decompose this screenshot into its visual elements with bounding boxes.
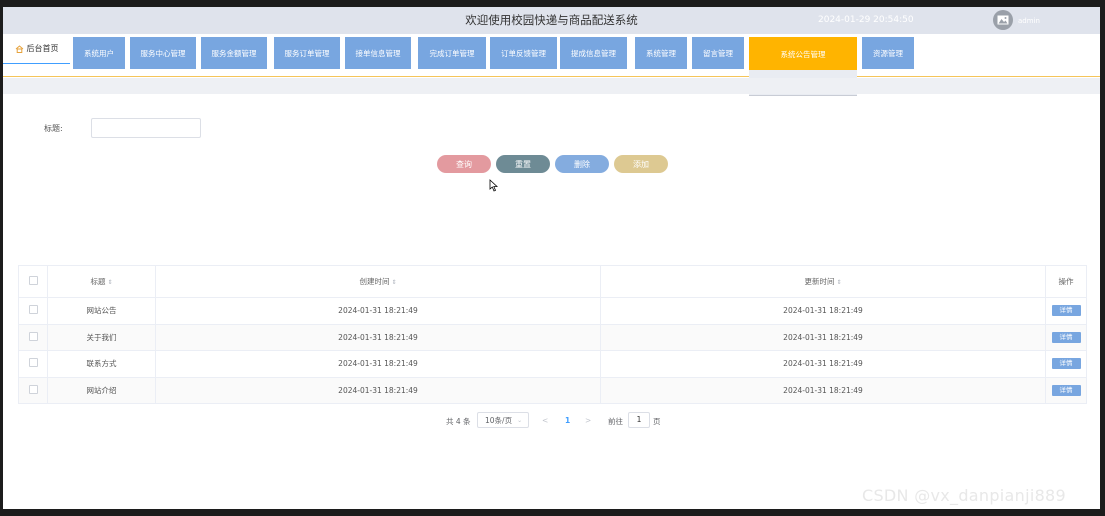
notice-table: 标题 ⇕ 创建时间 ⇕ 更新时间 ⇕ 操作 网站公告 2024-01-31 18:21:…: [18, 265, 1087, 404]
row-updated: 2024-01-31 18:21:49: [600, 376, 1046, 404]
nav-item-6[interactable]: 订单反馈管理: [490, 37, 557, 69]
sort-icon[interactable]: ⇕: [836, 279, 841, 286]
goto-page-input[interactable]: 1: [628, 412, 650, 428]
row-checkbox[interactable]: [28, 331, 38, 341]
row-select-cell: [18, 297, 48, 325]
add-button[interactable]: 添加: [614, 155, 668, 173]
header-updated[interactable]: 更新时间 ⇕: [600, 265, 1046, 298]
select-all-checkbox[interactable]: [28, 276, 38, 285]
detail-button[interactable]: 详情: [1051, 358, 1081, 370]
detail-button[interactable]: 详情: [1051, 384, 1081, 396]
row-created: 2024-01-31 18:21:49: [155, 376, 601, 404]
pagination: 共 4 条 10条/页 ⌄ < 1 > 前往 1 页: [3, 412, 1100, 430]
prev-page-icon[interactable]: <: [542, 416, 548, 425]
row-title: 联系方式: [47, 350, 156, 378]
detail-button[interactable]: 详情: [1051, 331, 1081, 343]
row-checkbox[interactable]: [28, 358, 38, 368]
row-select-cell: [18, 350, 48, 378]
nav-item-0[interactable]: 系统用户: [73, 37, 125, 69]
nav-item-8[interactable]: 系统管理: [635, 37, 687, 69]
watermark: CSDN @vx_danpianji889: [862, 486, 1067, 505]
table-row: 联系方式 2024-01-31 18:21:49 2024-01-31 18:21:…: [18, 350, 1087, 378]
row-action-cell: 详情: [1045, 323, 1087, 351]
nav-item-5[interactable]: 完成订单管理: [418, 37, 486, 69]
mouse-pointer-icon: [489, 179, 498, 192]
title-search-label: 标题:: [44, 124, 63, 133]
table-header-row: 标题 ⇕ 创建时间 ⇕ 更新时间 ⇕ 操作: [18, 265, 1087, 298]
sort-icon[interactable]: ⇕: [107, 279, 112, 286]
pagination-total: 共 4 条: [446, 417, 471, 426]
page-size-value: 10条/页: [485, 415, 513, 425]
title-search-input[interactable]: [91, 118, 201, 138]
top-header: 欢迎使用校园快递与商品配送系统 2024-01-29 20:54:50 admi…: [3, 7, 1100, 34]
row-checkbox[interactable]: [28, 305, 38, 315]
header-title[interactable]: 标题 ⇕: [47, 265, 156, 298]
query-button[interactable]: 查询: [437, 155, 491, 173]
username[interactable]: admin: [1018, 17, 1040, 25]
home-icon: [15, 44, 23, 53]
row-created: 2024-01-31 18:21:49: [155, 297, 601, 325]
header-action: 操作: [1045, 265, 1087, 298]
nav-item-7[interactable]: 提成信息管理: [560, 37, 627, 69]
table-row: 网站公告 2024-01-31 18:21:49 2024-01-31 18:21:…: [18, 297, 1087, 325]
nav-item-11[interactable]: 资源管理: [862, 37, 914, 69]
chevron-down-icon: ⌄: [517, 416, 523, 424]
row-created: 2024-01-31 18:21:49: [155, 323, 601, 351]
delete-button[interactable]: 删除: [555, 155, 609, 173]
row-updated: 2024-01-31 18:21:49: [600, 297, 1046, 325]
select-all-cell: [18, 265, 48, 298]
nav-item-1[interactable]: 服务中心管理: [130, 37, 196, 69]
page-size-select[interactable]: 10条/页 ⌄: [477, 412, 529, 428]
reset-button[interactable]: 重置: [496, 155, 550, 173]
main-nav: 后台首页 系统用户 服务中心管理 服务金额管理 服务订单管理 接单信息管理 完成订单管理订…: [3, 34, 1100, 77]
tab-home[interactable]: 后台首页: [3, 34, 70, 64]
content-divider: [3, 78, 1100, 94]
nav-item-2[interactable]: 服务金额管理: [201, 37, 267, 69]
current-datetime: 2024-01-29 20:54:50: [818, 15, 914, 25]
row-select-cell: [18, 376, 48, 404]
row-action-cell: 详情: [1045, 297, 1087, 325]
row-title: 关于我们: [47, 323, 156, 351]
row-updated: 2024-01-31 18:21:49: [600, 323, 1046, 351]
header-created[interactable]: 创建时间 ⇕: [155, 265, 601, 298]
sort-icon[interactable]: ⇕: [391, 279, 396, 286]
row-title: 网站公告: [47, 297, 156, 325]
nav-item-3[interactable]: 服务订单管理: [274, 37, 340, 69]
row-checkbox[interactable]: [28, 384, 38, 394]
table-row: 网站介绍 2024-01-31 18:21:49 2024-01-31 18:21:…: [18, 376, 1087, 404]
goto-label: 前往: [608, 417, 623, 426]
avatar[interactable]: [993, 10, 1013, 30]
header-created-label: 创建时间: [359, 277, 390, 286]
row-select-cell: [18, 323, 48, 351]
row-created: 2024-01-31 18:21:49: [155, 350, 601, 378]
detail-button[interactable]: 详情: [1051, 305, 1081, 317]
row-action-cell: 详情: [1045, 376, 1087, 404]
image-icon: [997, 15, 1009, 25]
nav-item-4[interactable]: 接单信息管理: [345, 37, 411, 69]
nav-item-9[interactable]: 留言管理: [692, 37, 744, 69]
page-number[interactable]: 1: [565, 416, 570, 425]
system-title: 欢迎使用校园快递与商品配送系统: [465, 13, 638, 27]
next-page-icon[interactable]: >: [585, 416, 591, 425]
nav-item-10[interactable]: 系统公告管理: [749, 37, 857, 72]
header-title-label: 标题: [90, 277, 106, 286]
app-window: 欢迎使用校园快递与商品配送系统 2024-01-29 20:54:50 admi…: [3, 7, 1100, 509]
row-action-cell: 详情: [1045, 350, 1087, 378]
goto-page-unit: 页: [653, 417, 661, 426]
row-title: 网站介绍: [47, 376, 156, 404]
table-row: 关于我们 2024-01-31 18:21:49 2024-01-31 18:21:…: [18, 323, 1087, 351]
row-updated: 2024-01-31 18:21:49: [600, 350, 1046, 378]
tab-home-label: 后台首页: [26, 44, 59, 53]
header-updated-label: 更新时间: [804, 277, 835, 286]
